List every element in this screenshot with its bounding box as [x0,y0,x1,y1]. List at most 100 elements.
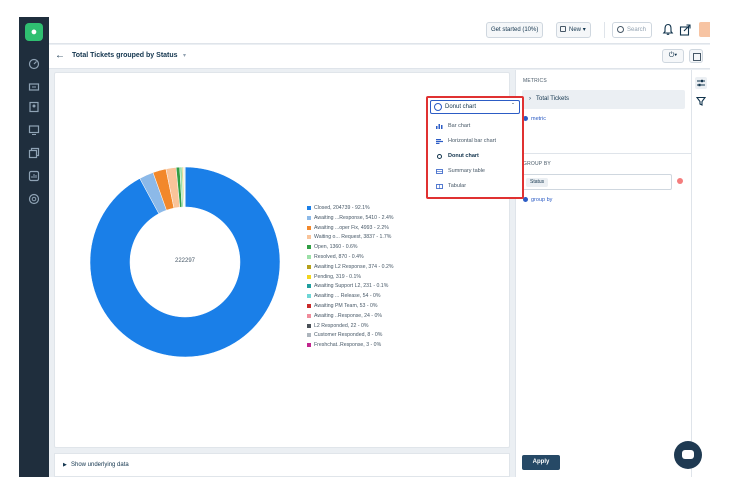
underlying-data-label: Show underlying data [71,462,129,468]
title-chevron-down-icon[interactable]: ▾ [183,52,186,59]
chart-type-dropdown[interactable]: Donut chart ˆ Bar chart Horizontal bar c… [426,96,524,199]
legend-label: Awaiting ...oper Fix, 4993 - 2.2% [314,224,389,231]
group-by-chip[interactable]: Status [526,178,549,187]
solutions-icon[interactable] [27,146,41,160]
option-tabular[interactable]: Tabular [434,181,518,192]
chart-type-select[interactable]: Donut chart ˆ [430,100,520,114]
apply-button[interactable]: Apply [522,455,560,470]
power-chevron-down-icon: ▾ [674,52,678,59]
legend-swatch [307,225,311,230]
legend-item[interactable]: Awaiting Support L2, 231 - 0.1% [307,283,388,289]
option-label: Horizontal bar chart [448,138,496,144]
legend-label: Awaiting ...Response, 5410 - 2.4% [314,214,394,221]
report-header: ← Total Tickets grouped by Status ▾ ⏻▾ [49,45,710,69]
search-placeholder: Search [627,27,647,33]
share-icon[interactable] [679,23,691,36]
legend-item[interactable]: Pending, 319 - 0.1% [307,274,361,280]
legend-item[interactable]: Awaiting ... Release, 54 - 0% [307,293,381,299]
left-nav: ● [19,17,49,477]
search-input[interactable]: Search [612,22,652,38]
back-arrow-icon[interactable]: ← [55,50,65,61]
add-group-by-button[interactable]: group by [523,197,552,203]
monitor-icon[interactable] [27,123,41,137]
add-group-by-label: group by [531,197,553,203]
legend-item[interactable]: Awaiting ...Response, 5410 - 2.4% [307,215,394,221]
summary-table-icon [436,169,443,174]
legend-item[interactable]: Awaiting ..Response, 24 - 0% [307,313,382,319]
avatar[interactable] [699,22,710,37]
reports-icon[interactable] [27,169,41,183]
option-label: Summary table [448,168,485,174]
legend-item[interactable]: Freshchat..Response, 3 - 0% [307,342,381,348]
legend-item[interactable]: Awaiting PM Team, 53 - 0% [307,303,378,309]
legend-swatch [307,343,311,348]
add-metric-button[interactable]: metric [523,116,546,122]
contacts-icon[interactable] [27,100,41,114]
legend-label: Closed, 204739 - 92.1% [314,205,370,211]
settings-sliders-icon[interactable] [695,77,707,89]
app-window: ● Get started (10%) New ▾ Search ← Total… [19,17,710,477]
option-label: Bar chart [448,123,471,129]
save-icon[interactable] [689,49,703,63]
get-started-button[interactable]: Get started (10%) [486,22,544,38]
filter-icon[interactable] [695,95,707,107]
legend-item[interactable]: Resolved, 870 - 0.4% [307,254,364,260]
side-toolbar [691,70,710,477]
legend-label: Freshchat..Response, 3 - 0% [314,342,382,349]
divider [604,22,605,38]
remove-group-by-icon[interactable] [677,178,683,184]
option-label: Donut chart [448,153,479,159]
new-button[interactable]: New ▾ [556,22,591,38]
chart-type-selected: Donut chart [445,104,477,110]
legend-label: Pending, 319 - 0.1% [314,273,362,280]
power-button[interactable]: ⏻▾ [662,49,684,63]
bell-icon[interactable] [662,23,674,36]
legend-label: Waiting o... Request, 3837 - 1.7% [314,234,392,241]
freshdesk-logo[interactable]: ● [25,23,43,41]
metric-total-tickets[interactable]: › Total Tickets [522,90,685,109]
tabular-icon [436,184,443,189]
group-by-field[interactable]: Status [522,174,672,190]
legend-swatch [307,206,311,210]
legend-swatch [307,255,311,259]
donut-icon [434,103,442,111]
legend-label: Awaiting PM Team, 53 - 0% [314,303,378,309]
option-donut-chart[interactable]: Donut chart [434,151,518,162]
metrics-title: METRICS [523,78,547,84]
legend-swatch [307,215,311,220]
caret-right-icon: ▶ [63,462,67,468]
tickets-icon[interactable] [27,80,41,94]
legend-swatch [307,235,311,240]
option-summary-table[interactable]: Summary table [434,166,518,177]
legend-item[interactable]: Waiting o... Request, 3837 - 1.7% [307,234,391,240]
option-bar-chart[interactable]: Bar chart [434,121,518,132]
chat-button[interactable] [674,441,702,469]
legend-item[interactable]: Customer Responded, 8 - 0% [307,332,382,338]
group-by-title: GROUP BY [523,161,551,167]
plus-box-icon [560,26,566,32]
chevron-down-icon: ▾ [582,27,586,33]
show-underlying-data[interactable]: ▶ Show underlying data [54,453,510,477]
settings-icon[interactable] [27,192,41,206]
legend-swatch [307,333,311,338]
legend-item[interactable]: Awaiting L2 Response, 374 - 0.2% [307,264,394,270]
page-title[interactable]: Total Tickets grouped by Status [72,52,178,59]
donut-icon [437,154,442,159]
legend-item[interactable]: Open, 1360 - 0.6% [307,244,358,250]
legend-swatch [307,294,311,299]
legend-swatch [307,323,311,328]
legend-item[interactable]: L2 Responded, 22 - 0% [307,323,369,329]
legend-swatch [307,264,311,269]
legend-item[interactable]: Awaiting ...oper Fix, 4993 - 2.2% [307,225,389,231]
divider [516,153,692,154]
add-metric-label: metric [531,116,546,122]
legend-item[interactable]: Closed, 204739 - 92.1% [307,205,370,211]
legend-swatch [307,245,311,250]
legend-label: Awaiting L2 Response, 374 - 0.2% [314,263,394,270]
legend-label: L2 Responded, 22 - 0% [314,322,369,329]
option-horizontal-bar-chart[interactable]: Horizontal bar chart [434,136,518,147]
search-icon [617,26,624,33]
legend-label: Awaiting ... Release, 54 - 0% [314,293,381,300]
horizontal-bar-icon [436,139,443,144]
dashboard-icon[interactable] [27,57,41,71]
